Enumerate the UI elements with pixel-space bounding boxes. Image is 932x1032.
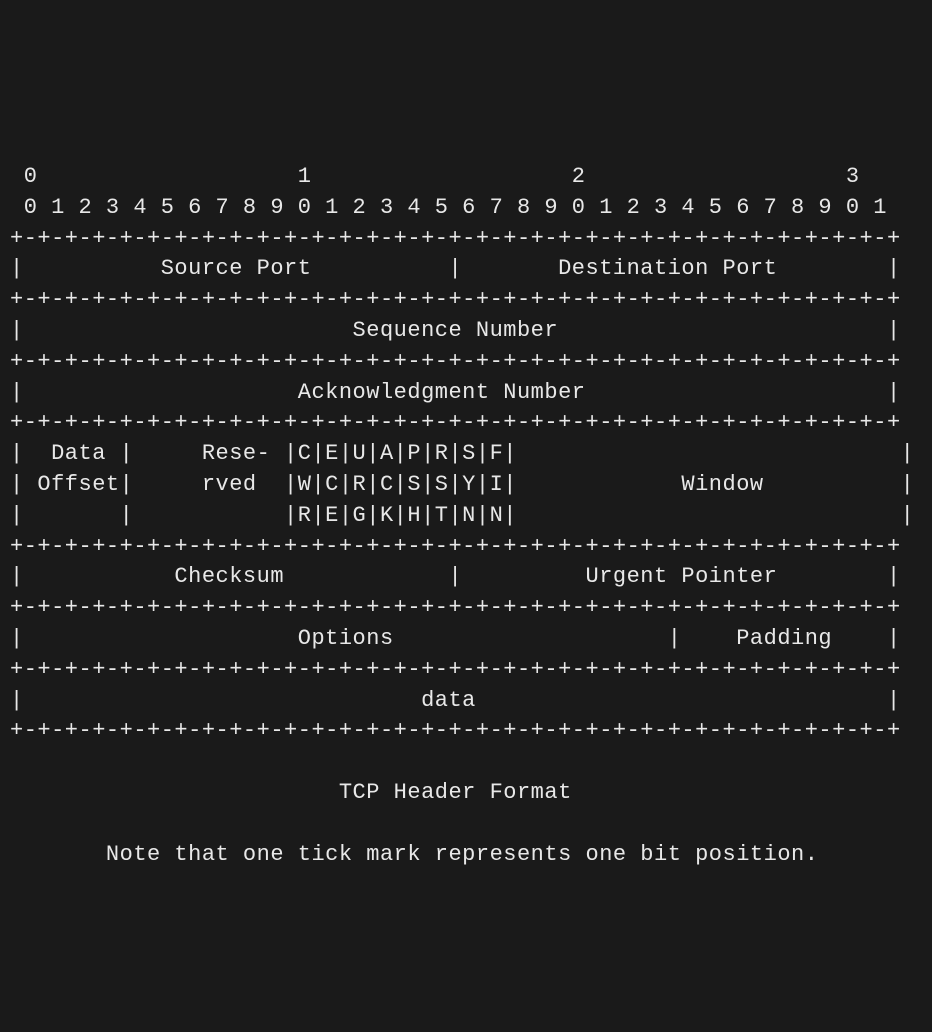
diagram-title: TCP Header Format xyxy=(10,780,572,805)
bit-ruler-ones: 0 1 2 3 4 5 6 7 8 9 0 1 2 3 4 5 6 7 8 9 … xyxy=(10,195,887,220)
row-ack-number: | Acknowledgment Number | xyxy=(10,380,901,405)
bit-ruler-tens: 0 1 2 3 xyxy=(10,164,860,189)
row-sequence-number: | Sequence Number | xyxy=(10,318,901,343)
divider: +-+-+-+-+-+-+-+-+-+-+-+-+-+-+-+-+-+-+-+-… xyxy=(10,534,901,559)
tcp-header-diagram: 0 1 2 3 0 1 2 3 4 5 6 7 8 9 0 1 2 3 4 5 … xyxy=(10,131,922,870)
divider: +-+-+-+-+-+-+-+-+-+-+-+-+-+-+-+-+-+-+-+-… xyxy=(10,349,901,374)
divider: +-+-+-+-+-+-+-+-+-+-+-+-+-+-+-+-+-+-+-+-… xyxy=(10,410,901,435)
divider: +-+-+-+-+-+-+-+-+-+-+-+-+-+-+-+-+-+-+-+-… xyxy=(10,287,901,312)
row-data: | data | xyxy=(10,688,901,713)
divider: +-+-+-+-+-+-+-+-+-+-+-+-+-+-+-+-+-+-+-+-… xyxy=(10,657,901,682)
row-offset-flags-window-line3: | | |R|E|G|K|H|T|N|N| | xyxy=(10,503,914,528)
diagram-note: Note that one tick mark represents one b… xyxy=(10,842,818,867)
divider: +-+-+-+-+-+-+-+-+-+-+-+-+-+-+-+-+-+-+-+-… xyxy=(10,595,901,620)
row-source-dest-port: | Source Port | Destination Port | xyxy=(10,256,901,281)
row-offset-flags-window-line2: | Offset| rved |W|C|R|C|S|S|Y|I| Window … xyxy=(10,472,914,497)
divider-top: +-+-+-+-+-+-+-+-+-+-+-+-+-+-+-+-+-+-+-+-… xyxy=(10,226,901,251)
divider-bottom: +-+-+-+-+-+-+-+-+-+-+-+-+-+-+-+-+-+-+-+-… xyxy=(10,718,901,743)
row-offset-flags-window-line1: | Data | Rese- |C|E|U|A|P|R|S|F| | xyxy=(10,441,914,466)
row-checksum-urgent: | Checksum | Urgent Pointer | xyxy=(10,564,901,589)
row-options-padding: | Options | Padding | xyxy=(10,626,901,651)
